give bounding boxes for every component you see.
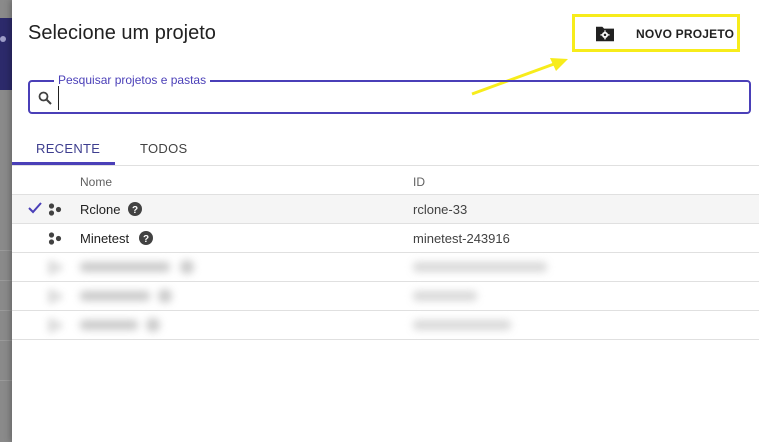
project-icon: [48, 319, 62, 332]
table-row[interactable]: Rclone ? rclone-33: [12, 195, 759, 223]
help-icon: [146, 318, 160, 332]
redacted-row: [12, 253, 759, 281]
column-header-id[interactable]: ID: [413, 175, 425, 189]
redacted-name: [80, 291, 150, 301]
project-icon: [48, 290, 62, 303]
project-id: minetest-243916: [413, 231, 510, 246]
folder-settings-icon: [596, 26, 614, 42]
select-project-dialog: Selecione um projeto NOVO PROJETO Pesqui…: [12, 0, 759, 442]
project-icon: [48, 232, 62, 245]
help-icon: [158, 289, 172, 303]
row-divider: [12, 339, 759, 340]
redacted-name: [80, 320, 138, 330]
table-row[interactable]: Minetest ? minetest-243916: [12, 224, 759, 252]
svg-text:?: ?: [143, 234, 149, 245]
column-header-name[interactable]: Nome: [80, 175, 112, 189]
background-page: [0, 0, 12, 442]
redacted-row: [12, 311, 759, 339]
project-icon: [48, 203, 62, 216]
project-id: rclone-33: [413, 202, 468, 217]
help-icon[interactable]: ?: [139, 231, 153, 245]
search-icon: [38, 91, 52, 105]
tab-all[interactable]: TODOS: [140, 141, 188, 156]
dialog-title: Selecione um projeto: [28, 22, 216, 44]
redacted-row: [12, 282, 759, 310]
redacted-name: [80, 262, 170, 272]
project-icon: [48, 261, 62, 274]
search-input[interactable]: [58, 86, 745, 110]
help-icon: [180, 260, 194, 274]
project-name: Rclone: [80, 202, 121, 217]
project-name: Minetest: [80, 231, 130, 246]
check-icon: [28, 202, 42, 214]
background-divider: [0, 310, 12, 311]
background-header: [0, 18, 12, 90]
background-divider: [0, 340, 12, 341]
redacted-id: [413, 262, 547, 272]
tabs-divider: [12, 165, 759, 166]
redacted-id: [413, 291, 477, 301]
tab-recent[interactable]: RECENTE: [36, 141, 100, 156]
new-project-button[interactable]: NOVO PROJETO: [588, 20, 738, 48]
svg-text:?: ?: [132, 205, 138, 216]
redacted-id: [413, 320, 511, 330]
new-project-label: NOVO PROJETO: [636, 27, 735, 41]
background-divider: [0, 280, 12, 281]
help-icon[interactable]: ?: [128, 202, 142, 216]
background-divider: [0, 250, 12, 251]
search-label: Pesquisar projetos e pastas: [54, 73, 211, 87]
background-dot: [0, 36, 6, 42]
background-divider: [0, 380, 12, 381]
